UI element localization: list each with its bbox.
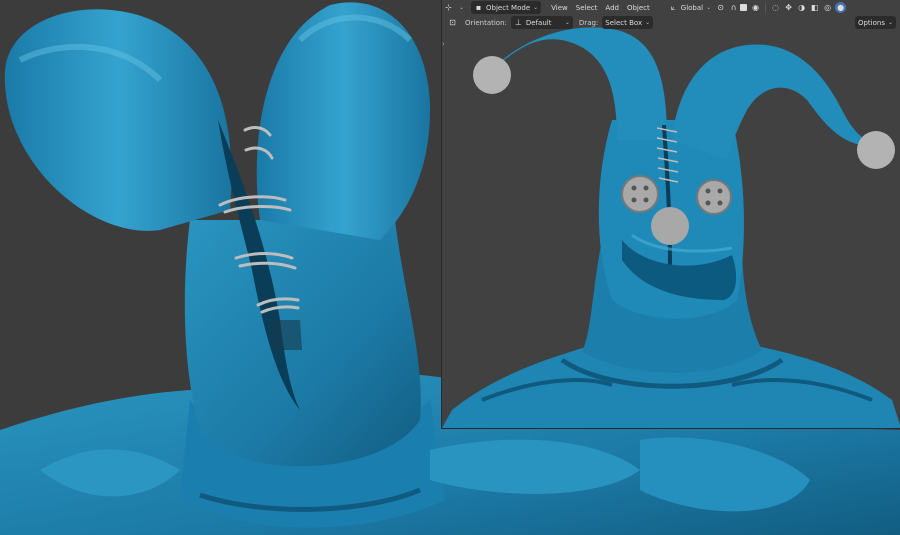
chevron-down-icon: ⌄ <box>533 4 539 11</box>
chevron-down-icon: ⌄ <box>459 4 465 11</box>
left-horn-shape <box>4 9 232 231</box>
orientation-icon: ⊥ <box>514 18 522 27</box>
object-mode-icon: ▪ <box>475 3 482 12</box>
divider <box>765 2 767 13</box>
pivot-icon[interactable]: ⊙ <box>715 2 726 13</box>
inset-viewport-render <box>442 27 900 428</box>
menu-view[interactable]: View <box>547 1 572 14</box>
chevron-down-icon: ⌄ <box>564 19 570 26</box>
left-button-eye <box>621 175 659 213</box>
view3d-icon: ⊹ <box>445 3 452 12</box>
inset-right-horn <box>672 44 877 161</box>
transform-orientation-dropdown[interactable]: ⟀ Global ⌄ <box>666 1 714 14</box>
xray-icon[interactable]: ◧ <box>809 2 820 13</box>
mode-label: Object Mode <box>486 3 531 12</box>
drag-label: Drag: <box>578 18 599 27</box>
snap-target-icon[interactable] <box>740 4 748 11</box>
gizmo-icon[interactable]: ✥ <box>783 2 794 13</box>
select-box-icon[interactable]: ⊡ <box>447 17 458 28</box>
menu-select[interactable]: Select <box>572 1 602 14</box>
chevron-down-icon: ⌄ <box>887 19 893 26</box>
right-button-eye <box>696 179 732 215</box>
snap-icon[interactable]: ∩ <box>728 2 739 13</box>
nose-sphere <box>651 207 689 245</box>
wireframe-shading-icon[interactable]: ◎ <box>822 2 833 13</box>
orientation-dropdown[interactable]: ⊥ Default ⌄ <box>510 16 573 29</box>
drag-dropdown[interactable]: Select Box ⌄ <box>602 16 654 29</box>
header-row: ⊹ ⌄ ▪ Object Mode ⌄ View Select Add Objec… <box>441 0 900 15</box>
drag-value: Select Box <box>605 18 643 27</box>
inset-left-horn <box>497 27 667 140</box>
editor-type-button[interactable]: ⊹ ⌄ <box>441 1 467 14</box>
inset-3d-viewport[interactable] <box>441 0 900 429</box>
menu-object[interactable]: Object <box>623 1 654 14</box>
options-label: Options <box>857 18 885 27</box>
transform-orientation-label: Global <box>680 3 704 12</box>
menu-add[interactable]: Add <box>601 1 623 14</box>
orientation-value: Default <box>525 18 552 27</box>
transform-global-icon: ⟀ <box>670 3 676 12</box>
mode-dropdown[interactable]: ▪ Object Mode ⌄ <box>471 1 542 14</box>
tool-settings-row: ⊡ Orientation: ⊥ Default ⌄ Drag: Select … <box>441 15 900 30</box>
solid-shading-icon[interactable]: ● <box>835 2 847 13</box>
sidebar-toggle-icon[interactable]: › <box>442 40 445 48</box>
chevron-down-icon: ⌄ <box>706 4 712 11</box>
overlay-icon[interactable]: ◑ <box>796 2 807 13</box>
neck-shape <box>184 220 421 467</box>
left-pompom-sphere <box>473 56 511 94</box>
right-pompom-sphere <box>857 131 895 169</box>
visibility-icon[interactable]: ◌ <box>770 2 781 13</box>
proportional-edit-icon[interactable]: ◉ <box>750 2 761 13</box>
options-dropdown[interactable]: Options ⌄ <box>854 16 896 29</box>
chevron-down-icon: ⌄ <box>645 19 651 26</box>
viewport-header: ⊹ ⌄ ▪ Object Mode ⌄ View Select Add Objec… <box>441 0 900 31</box>
orientation-label: Orientation: <box>465 18 507 27</box>
